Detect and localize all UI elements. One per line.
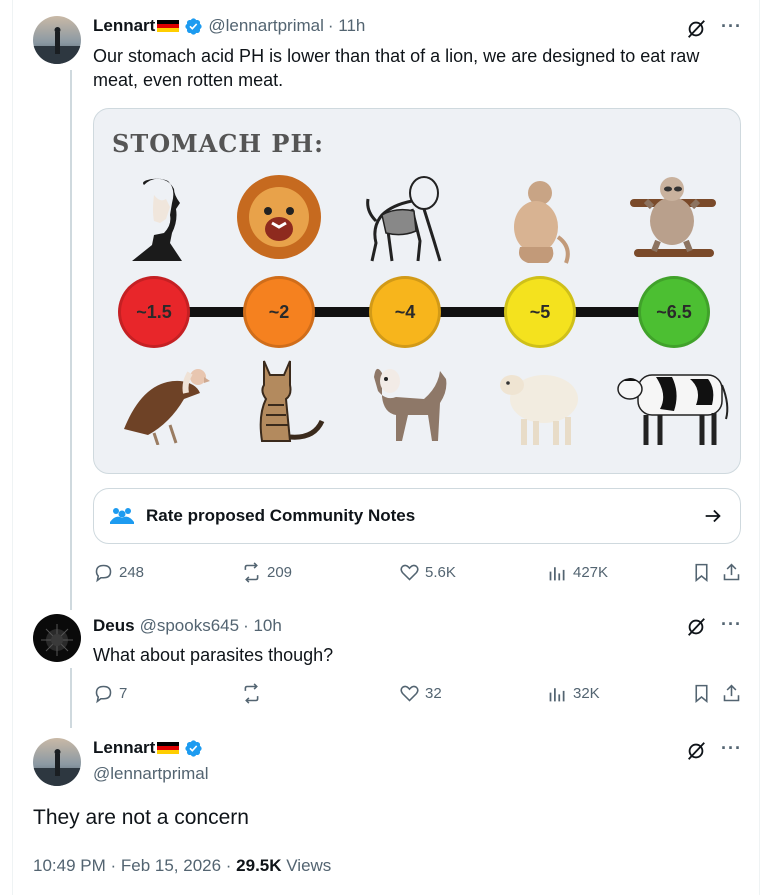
tweet-meta: 10:49 PM · Feb 15, 2026 · 29.5K Views xyxy=(33,856,331,876)
avatar[interactable] xyxy=(33,16,81,64)
heart-icon xyxy=(400,564,419,581)
thread-line xyxy=(70,70,72,610)
repost-button[interactable]: 209 xyxy=(241,562,292,583)
share-icon xyxy=(723,684,740,702)
bookmark-button[interactable] xyxy=(691,683,717,704)
views-button[interactable]: 427K xyxy=(547,562,608,583)
bookmark-icon xyxy=(695,684,708,704)
sloth-icon xyxy=(630,177,716,257)
handle-row: @lennartprimal xyxy=(93,764,209,784)
repost-icon xyxy=(244,683,259,704)
views-icon xyxy=(549,688,565,702)
tweet-text: Our stomach acid PH is lower than that o… xyxy=(93,46,700,90)
more-options-icon[interactable]: ··· xyxy=(721,614,742,635)
grok-icon[interactable] xyxy=(685,18,707,40)
reply-button[interactable]: 248 xyxy=(93,562,144,583)
community-notes-banner[interactable]: Rate proposed Community Notes xyxy=(93,488,741,544)
germany-flag-icon xyxy=(157,19,180,33)
baboon-icon xyxy=(366,176,442,262)
thread-line xyxy=(70,668,72,728)
tweet-text: What about parasites though? xyxy=(93,645,334,665)
handle[interactable]: @lennartprimal xyxy=(208,16,324,36)
like-button[interactable]: 5.6K xyxy=(399,562,456,583)
views-count: 427K xyxy=(573,564,609,581)
bookmark-button[interactable] xyxy=(691,562,717,583)
verified-badge-icon xyxy=(185,17,202,35)
views-button[interactable]: 32K xyxy=(547,683,600,704)
reply-count: 7 xyxy=(119,685,128,702)
human-icon xyxy=(132,178,182,261)
timestamp[interactable]: · 11h xyxy=(328,16,366,36)
community-notes-label: Rate proposed Community Notes xyxy=(146,506,416,525)
ph-badge-4: ~5 xyxy=(504,276,576,348)
more-options-icon[interactable]: ··· xyxy=(721,16,742,37)
ph-badge-3: ~4 xyxy=(369,276,441,348)
lion-icon xyxy=(237,175,321,259)
sheep-icon xyxy=(500,375,578,445)
tweet-actions: 7 32 32K xyxy=(93,683,741,707)
tweet-image[interactable]: STOMACH PH: ~1.5 ~2 ~4 ~5 ~6.5 xyxy=(93,108,741,474)
ph-badge-2: ~2 xyxy=(243,276,315,348)
avatar[interactable] xyxy=(33,738,81,786)
share-button[interactable] xyxy=(721,562,747,583)
vulture-icon xyxy=(124,369,210,445)
cat-icon xyxy=(259,360,325,442)
ph-badge-5: ~6.5 xyxy=(638,276,710,348)
handle[interactable]: @spooks645 xyxy=(140,616,240,636)
germany-flag-icon xyxy=(157,741,180,755)
heart-icon xyxy=(400,685,419,702)
dog-icon xyxy=(374,368,447,441)
like-count: 32 xyxy=(425,685,442,702)
bookmark-icon xyxy=(695,563,708,583)
handle[interactable]: @lennartprimal xyxy=(93,764,209,784)
share-button[interactable] xyxy=(721,683,747,704)
views-label: Views xyxy=(281,856,332,875)
tweet-header: Deus @spooks645 · 10h xyxy=(93,616,282,636)
display-name[interactable]: Lennart xyxy=(93,738,155,758)
tweet-header: Lennart @lennartprimal · 11h xyxy=(93,16,365,36)
tweet-text: They are not a concern xyxy=(33,806,249,829)
cow-icon xyxy=(617,374,729,445)
timestamp[interactable]: 10:49 PM · Feb 15, 2026 · xyxy=(33,856,236,875)
grok-icon[interactable] xyxy=(685,616,707,638)
like-count: 5.6K xyxy=(425,564,456,581)
reply-icon xyxy=(95,564,112,583)
share-icon xyxy=(723,563,740,581)
arrow-right-icon[interactable] xyxy=(702,505,724,527)
avatar[interactable] xyxy=(33,614,81,662)
reply-count: 248 xyxy=(119,564,145,581)
repost-count: 209 xyxy=(267,564,293,581)
views-count: 32K xyxy=(573,685,600,702)
timestamp[interactable]: · 10h xyxy=(243,616,282,636)
monkey-icon xyxy=(514,181,570,264)
reply-icon xyxy=(95,685,112,704)
people-icon xyxy=(110,508,134,524)
display-name[interactable]: Lennart xyxy=(93,16,155,36)
verified-badge-icon xyxy=(185,739,202,757)
like-button[interactable]: 32 xyxy=(399,683,442,704)
thread-page: Lennart @lennartprimal · 11h ··· Our sto… xyxy=(12,0,760,895)
tweet-actions: 248 209 5.6K 427K xyxy=(93,562,741,586)
image-title: STOMACH PH: xyxy=(112,129,324,158)
repost-button[interactable] xyxy=(241,683,267,704)
repost-icon xyxy=(244,562,259,583)
reply-button[interactable]: 7 xyxy=(93,683,127,704)
grok-icon[interactable] xyxy=(685,740,707,762)
views-count: 29.5K xyxy=(236,856,282,875)
views-icon xyxy=(549,567,565,581)
display-name[interactable]: Deus xyxy=(93,616,135,636)
ph-badge-1: ~1.5 xyxy=(118,276,190,348)
more-options-icon[interactable]: ··· xyxy=(721,738,742,759)
tweet-header: Lennart xyxy=(93,738,208,758)
